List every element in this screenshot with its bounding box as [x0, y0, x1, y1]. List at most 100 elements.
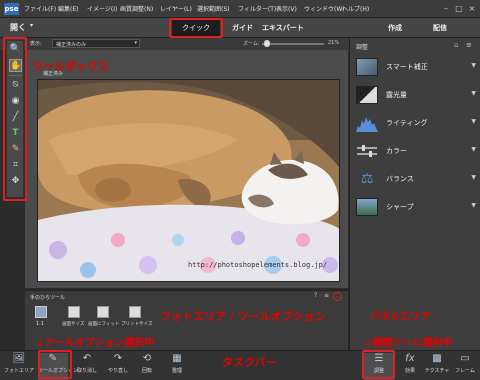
tab-guide[interactable]: ガイド — [232, 23, 253, 33]
maximize-icon[interactable]: □ — [453, 3, 465, 14]
adjust-item-smart-fix[interactable]: スマート補正 ▼ — [356, 56, 478, 78]
chevron-down-icon: ▼ — [471, 62, 476, 69]
chevron-down-icon: ▼ — [471, 90, 476, 97]
menu-window[interactable]: ウィンドウ(W) — [304, 4, 345, 13]
undo-icon: ↶ — [82, 353, 92, 364]
menu-filter[interactable]: フィルター(T) — [238, 4, 276, 13]
smart-fix-icon — [356, 58, 378, 76]
zoom-label: ズーム: — [243, 41, 260, 47]
zoom-slider-handle[interactable] — [264, 40, 270, 47]
reset-icon[interactable]: ⌂ — [454, 41, 458, 49]
minimize-icon[interactable]: – — [440, 3, 452, 14]
annotation-photo-area: フォトエリア / ツールオプション — [160, 310, 326, 323]
frame-icon: ▭ — [460, 353, 470, 364]
tool-options-title: 手のひらツール — [30, 295, 66, 301]
lighting-histogram-icon — [356, 114, 378, 132]
rotate-icon: ⟲ — [142, 353, 152, 364]
view-select[interactable]: 補正済みのみ ▾ — [52, 39, 140, 48]
annotation-tool-options-selected: ↓ツールオプション選択中 — [36, 338, 155, 349]
menu-edit[interactable]: 編集(E) — [58, 4, 78, 13]
color-sliders-icon — [356, 142, 378, 160]
balance-scale-icon: ⚖ — [356, 170, 378, 188]
photo-bin-icon: 🖼 — [12, 353, 26, 364]
taskbar-label: フレーム — [455, 368, 475, 374]
taskbar-label: 効果 — [404, 368, 415, 374]
panel-menu-icon[interactable]: ≡ — [324, 292, 329, 299]
fit-screen-label: 画面にフィット — [88, 322, 120, 327]
effects-button[interactable]: fx 効果 — [395, 353, 425, 380]
adjust-item-lighting[interactable]: ライティング ▼ — [356, 112, 478, 134]
menu-select[interactable]: 選択範囲(S) — [197, 4, 230, 13]
view-select-value: 補正済みのみ — [56, 42, 87, 48]
texture-icon: ▩ — [432, 353, 442, 364]
undo-button[interactable]: ↶ 取り消し — [72, 353, 102, 380]
view-label: 表示: — [30, 41, 42, 47]
screen-size-icon[interactable] — [68, 306, 80, 318]
chevron-down-icon: ▼ — [471, 202, 476, 209]
annotation-toolbox: ツールボックス — [32, 60, 109, 73]
annotation-box-toolbox — [3, 37, 27, 201]
menu-help[interactable]: ヘルプ(H) — [342, 4, 369, 13]
print-size-icon[interactable] — [129, 306, 141, 318]
adjust-item-exposure[interactable]: 露光量 ▼ — [356, 84, 478, 106]
frame-button[interactable]: ▭ フレーム — [450, 353, 480, 380]
adjust-item-sharpen[interactable]: シャープ ▼ — [356, 196, 478, 218]
organizer-button[interactable]: ▦ 整理 — [162, 353, 192, 380]
photo-area-button[interactable]: 🖼 フォトエリア — [4, 353, 34, 380]
panel-menu-icon[interactable]: ≡ — [466, 41, 472, 49]
redo-button[interactable]: ↷ やり直し — [103, 353, 133, 380]
photo-canvas[interactable]: http://photoshopelements.blog.jp/ — [37, 79, 340, 282]
chevron-down-icon: ▼ — [471, 174, 476, 181]
menu-file[interactable]: ファイル(F) — [24, 4, 56, 13]
mode-bar: 開く ▾ クイック ガイド エキスパート 作成 配信 — [0, 18, 480, 38]
menu-view[interactable]: 表示(V) — [276, 4, 297, 13]
adjust-item-label: スマート補正 — [386, 63, 428, 71]
taskbar-label: フォトエリア — [4, 368, 35, 374]
adjust-item-label: シャープ — [386, 203, 414, 211]
adjust-item-label: バランス — [386, 175, 414, 183]
exposure-icon — [356, 86, 378, 104]
taskbar-label: 整理 — [171, 368, 182, 374]
annotation-box-tool-options — [38, 350, 72, 379]
adjust-item-balance[interactable]: ⚖ バランス ▼ — [356, 168, 478, 190]
screen-size-label: 画面サイズ — [62, 322, 85, 327]
menu-image[interactable]: イメージ(I) — [87, 4, 117, 13]
menu-layer[interactable]: レイヤー(L) — [160, 4, 192, 13]
tab-expert[interactable]: エキスパート — [262, 23, 304, 33]
taskbar-label: やり直し — [107, 368, 128, 374]
annotation-taskbar: タスクバー — [222, 356, 277, 369]
sharpen-icon — [356, 198, 378, 216]
zoom-1-1-icon[interactable] — [35, 306, 47, 318]
collapse-icon[interactable]: ⌄ — [333, 292, 342, 301]
adjust-item-label: 露光量 — [386, 91, 407, 99]
annotation-adjust-selected: ↓調整ツール選択中 — [364, 338, 453, 349]
annotation-panel-area: パネルエリア — [370, 312, 430, 323]
panel-title: 調整 — [356, 44, 369, 51]
fx-icon: fx — [405, 353, 415, 364]
annotation-box-adjust — [362, 350, 395, 379]
zoom-1-1-label: 1:1 — [36, 321, 45, 327]
close-icon[interactable]: × — [466, 3, 478, 14]
redo-icon: ↷ — [113, 353, 123, 364]
zoom-value: 21% — [328, 40, 340, 46]
annotation-box-quick — [169, 18, 223, 38]
create-button[interactable]: 作成 — [388, 23, 402, 33]
help-icon[interactable]: ? — [314, 292, 317, 299]
adjust-item-label: カラー — [386, 147, 407, 155]
chevron-down-icon[interactable]: ▾ — [30, 22, 33, 29]
share-button[interactable]: 配信 — [433, 23, 447, 33]
taskbar-label: 取り消し — [76, 368, 97, 374]
watermark-text: http://photoshopelements.blog.jp/ — [188, 261, 328, 269]
rotate-button[interactable]: ⟲ 回転 — [132, 353, 162, 380]
texture-button[interactable]: ▩ テクスチャ — [422, 353, 452, 380]
chevron-down-icon: ▼ — [471, 146, 476, 153]
adjust-item-color[interactable]: カラー ▼ — [356, 140, 478, 162]
app-logo: pse — [4, 3, 19, 15]
zoom-slider[interactable] — [262, 43, 324, 45]
menu-enhance[interactable]: 画質調整(N) — [120, 4, 153, 13]
adjust-item-label: ライティング — [386, 119, 428, 127]
panel-area: 調整 ⌂ ≡ スマート補正 ▼ 露光量 ▼ ライティング ▼ カラー ▼ ⚖ バ… — [349, 38, 480, 350]
fit-screen-icon[interactable] — [97, 306, 109, 318]
photo-image — [38, 80, 339, 281]
open-button[interactable]: 開く — [10, 22, 26, 33]
